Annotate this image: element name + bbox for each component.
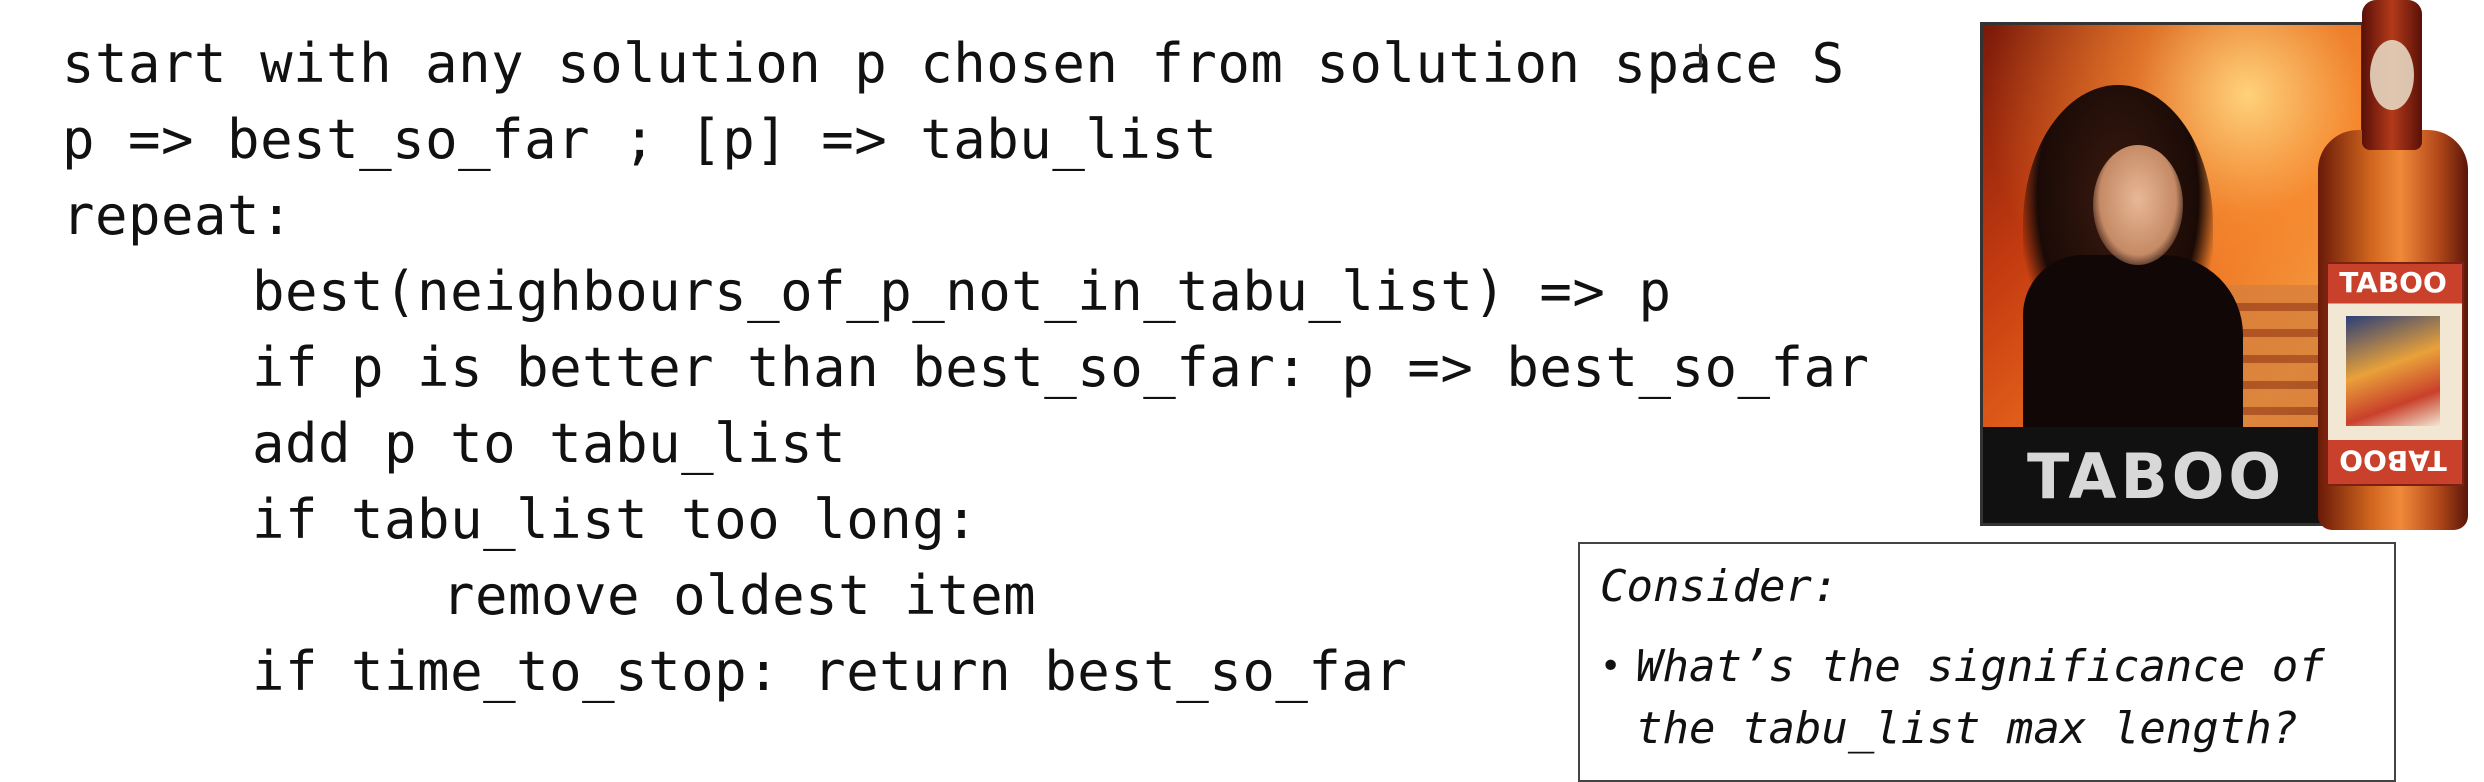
code-line-5: if p is better than best_so_far: p => be… (252, 336, 1870, 399)
poster-figure-face (2093, 145, 2183, 265)
bottle-label-text-inverted: TABOO (2339, 444, 2447, 477)
code-line-8: remove oldest item (442, 564, 1037, 627)
code-line-2: p => best_so_far ; [p] => tabu_list (62, 108, 1218, 171)
bottle-neck-label (2370, 40, 2414, 110)
code-line-7: if tabu_list too long: (252, 488, 979, 551)
text-cursor-icon: I (1696, 39, 1705, 74)
bottle-label-art (2346, 316, 2440, 426)
consider-note-box: Consider: • What’s the significance of t… (1578, 542, 2396, 782)
code-line-3: repeat: (62, 184, 294, 247)
bottle-label-text: TABOO (2339, 266, 2447, 299)
code-line-6: add p to tabu_list (252, 412, 847, 475)
note-item: What’s the significance of the tabu_list… (1636, 641, 2352, 754)
code-line-4: best(neighbours_of_p_not_in_tabu_list) =… (252, 260, 1672, 323)
poster-figure-body (2023, 255, 2243, 455)
code-line-9: if time_to_stop: return best_so_far (252, 640, 1408, 703)
taboo-poster-image: TABOO (1980, 22, 2364, 526)
code-line-1: start with any solution p chosen from so… (62, 32, 1845, 95)
bullet-icon: • (1600, 646, 1622, 687)
poster-title: TABOO (2027, 440, 2286, 513)
note-title: Consider: (1600, 561, 1839, 612)
